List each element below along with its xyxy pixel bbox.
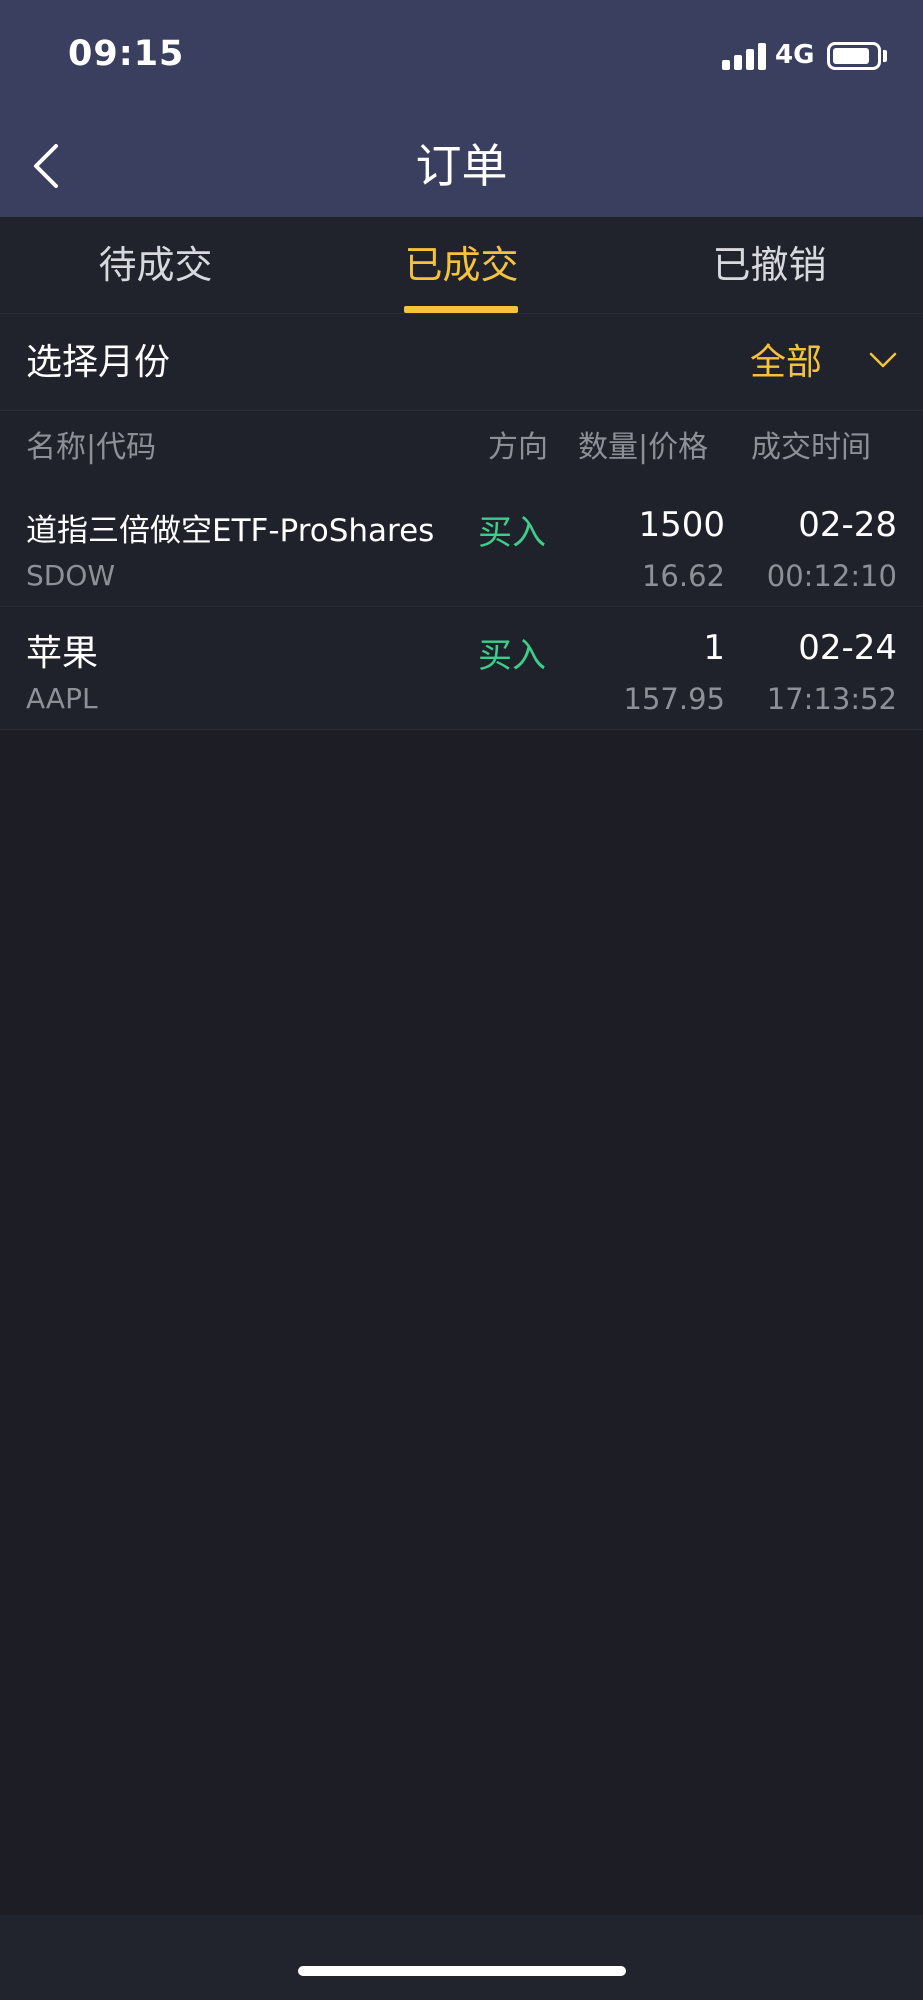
security-code: SDOW bbox=[26, 559, 116, 592]
month-select[interactable]: 全部 bbox=[730, 314, 923, 411]
home-indicator[interactable] bbox=[298, 1966, 626, 1976]
month-filter-row: 选择月份 全部 bbox=[0, 314, 923, 411]
fill-date: 02-28 bbox=[798, 505, 897, 545]
order-direction: 买入 bbox=[478, 513, 546, 553]
security-name: 道指三倍做空ETF-ProShares bbox=[26, 513, 435, 549]
fill-time: 17:13:52 bbox=[766, 682, 897, 716]
month-select-value: 全部 bbox=[750, 342, 823, 383]
tab-pending[interactable]: 待成交 bbox=[2, 217, 309, 314]
security-code: AAPL bbox=[26, 682, 98, 715]
order-quantity: 1 bbox=[703, 628, 725, 668]
signal-bars-icon bbox=[722, 42, 768, 70]
chevron-down-icon bbox=[869, 352, 897, 368]
app-header: 09:15 4G 订单 bbox=[0, 0, 923, 217]
column-header-name-code: 名称|代码 bbox=[26, 430, 157, 465]
back-button[interactable] bbox=[22, 130, 82, 194]
page-title: 订单 bbox=[415, 139, 508, 193]
status-time: 09:15 bbox=[68, 34, 185, 74]
order-quantity: 1500 bbox=[638, 505, 725, 545]
order-direction: 买入 bbox=[478, 636, 546, 676]
month-filter-label: 选择月份 bbox=[26, 342, 171, 383]
table-header: 名称|代码 方向 数量|价格 成交时间 bbox=[0, 411, 923, 485]
tab-filled[interactable]: 已成交 bbox=[308, 217, 615, 314]
order-price: 16.62 bbox=[641, 559, 725, 593]
security-name: 苹果 bbox=[26, 633, 99, 674]
order-status-tabs: 待成交 已成交 已撤销 bbox=[0, 217, 923, 314]
table-row[interactable]: 苹果 AAPL 买入 1 157.95 02-24 17:13:52 bbox=[0, 608, 923, 730]
active-tab-indicator bbox=[404, 306, 518, 313]
order-price: 157.95 bbox=[623, 682, 725, 716]
column-header-qty-price: 数量|价格 bbox=[578, 430, 709, 465]
orders-screen: 09:15 4G 订单 待成交 已成交 已撤销 选择月份 全部 名称|代码 方向… bbox=[0, 0, 923, 2000]
column-header-direction: 方向 bbox=[488, 430, 548, 465]
tab-cancelled[interactable]: 已撤销 bbox=[616, 217, 923, 314]
chevron-left-icon bbox=[34, 144, 58, 188]
bottom-safe-area bbox=[0, 1915, 923, 2000]
table-row[interactable]: 道指三倍做空ETF-ProShares SDOW 买入 1500 16.62 0… bbox=[0, 485, 923, 607]
battery-icon bbox=[827, 42, 881, 70]
battery-cap bbox=[883, 50, 887, 62]
network-label: 4G bbox=[775, 40, 815, 70]
fill-date: 02-24 bbox=[798, 628, 897, 668]
fill-time: 00:12:10 bbox=[766, 559, 897, 593]
column-header-time: 成交时间 bbox=[751, 430, 871, 465]
battery-level bbox=[833, 48, 869, 64]
